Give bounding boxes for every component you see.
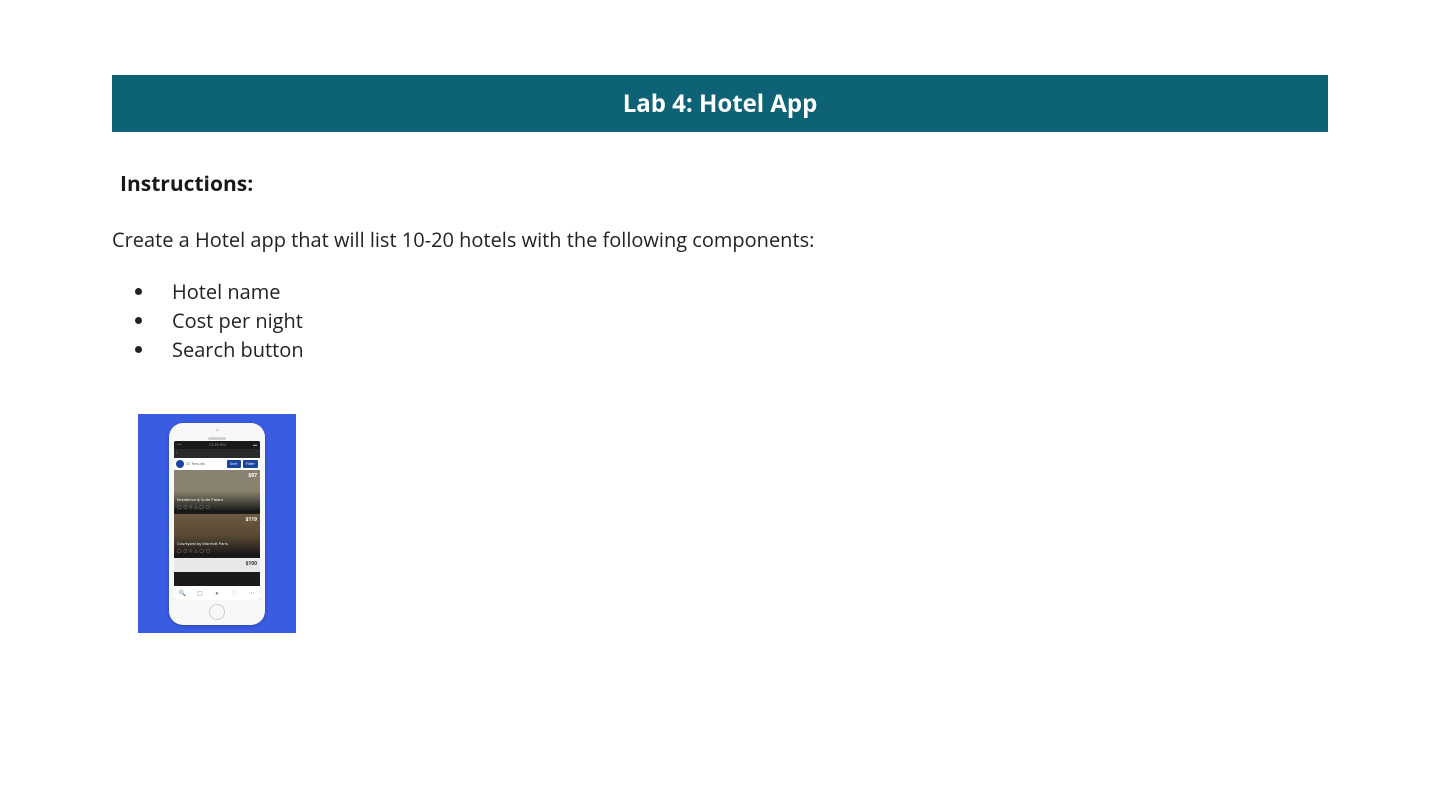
instructions-heading: Instructions: [120,170,1328,198]
hotel-card: $119 Courtyard by Marriott Paris ◯ ▢ ◇ △… [174,514,260,556]
amenity-icon: △ [194,548,197,554]
hotel-price: $97 [248,473,257,479]
hotel-name: Residence & Suite Palace [177,498,257,503]
amenity-icon: ◯ [177,504,181,510]
sort-button: Sort [227,460,241,468]
amenity-icon: ▢ [206,504,210,510]
battery-icon: ▬ [253,442,257,448]
amenity-icon: ▢ [183,504,187,510]
brand-logo-icon [176,460,184,468]
hotel-price: $119 [246,517,257,523]
amenity-icon: ◯ [199,548,203,554]
amenity-icon: ◯ [199,504,203,510]
filter-button: Filter [243,460,258,468]
lab-title-bar: Lab 4: Hotel App [112,75,1328,132]
phone-filter-bar: 47 Results Sort Filter [174,458,260,470]
favorites-tab-icon: ♡ [230,589,238,597]
instructions-intro: Create a Hotel app that will list 10-20 … [112,226,1328,253]
home-button-icon [209,604,225,620]
lab-title: Lab 4: Hotel App [112,87,1328,120]
requirements-list: Hotel name Cost per night Search button [156,277,1328,364]
profile-tab-icon: ● [213,589,221,597]
amenity-icon: ◇ [189,504,192,510]
phone-status-bar: ••• 12:35 PM ▬ [174,441,260,449]
list-item: Hotel name [156,277,1328,306]
results-count: 47 Results [186,462,225,467]
phone-nav-bar: ‹ [174,449,260,458]
status-time: 12:35 PM [209,443,226,448]
phone-screen: ••• 12:35 PM ▬ ‹ 47 Results Sort Filter … [174,441,260,600]
amenity-icon: ▢ [206,548,210,554]
list-item: Search button [156,335,1328,364]
phone-camera-icon [216,429,219,432]
calendar-tab-icon: ▢ [196,589,204,597]
amenity-icon: ◇ [189,548,192,554]
hotel-card: $100 [174,558,260,572]
list-item: Cost per night [156,306,1328,335]
search-tab-icon: 🔍 [179,589,187,597]
bottom-tab-bar: 🔍 ▢ ● ♡ ⋯ [174,586,260,600]
more-tab-icon: ⋯ [247,589,255,597]
carrier-text: ••• [177,443,182,448]
amenity-icon: △ [194,504,197,510]
amenity-icons: ◯ ▢ ◇ △ ◯ ▢ [177,548,257,554]
hotel-name: Courtyard by Marriott Paris [177,542,257,547]
amenity-icon: ▢ [183,548,187,554]
amenity-icons: ◯ ▢ ◇ △ ◯ ▢ [177,504,257,510]
back-icon: ‹ [176,451,177,456]
phone-frame: ••• 12:35 PM ▬ ‹ 47 Results Sort Filter … [169,423,265,625]
hotel-price: $100 [246,561,257,567]
phone-mockup-image: ••• 12:35 PM ▬ ‹ 47 Results Sort Filter … [138,414,296,633]
hotel-card: $97 Residence & Suite Palace ◯ ▢ ◇ △ ◯ ▢ [174,470,260,512]
phone-speaker-icon [208,437,226,440]
amenity-icon: ◯ [177,548,181,554]
